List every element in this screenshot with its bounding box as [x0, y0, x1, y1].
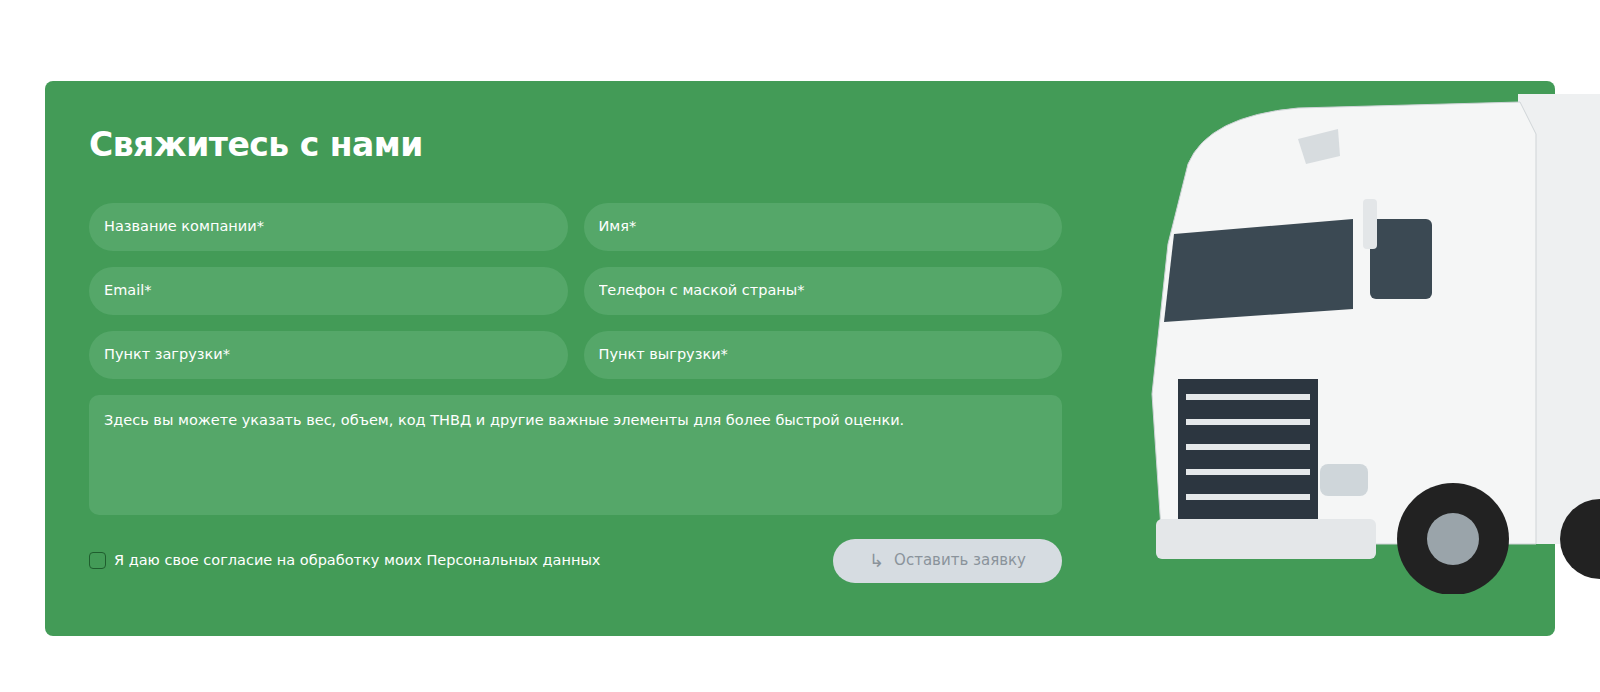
fields-grid	[89, 203, 1062, 379]
form-field[interactable]	[584, 203, 1063, 251]
form-field[interactable]	[89, 331, 568, 379]
form-field[interactable]	[584, 331, 1063, 379]
submit-label: Оставить заявку	[894, 549, 1026, 572]
consent-row[interactable]: Я даю свое согласие на обработку моих Пе…	[89, 550, 600, 572]
contact-form: Свяжитесь с нами Я даю свое согласие на о…	[89, 125, 1062, 583]
arrow-icon: ↳	[869, 552, 884, 570]
form-field[interactable]	[89, 203, 568, 251]
form-title: Свяжитесь с нами	[89, 125, 1062, 165]
consent-label: Я даю свое согласие на обработку моих Пе…	[114, 550, 600, 572]
form-field[interactable]	[89, 267, 568, 315]
form-field[interactable]	[584, 267, 1063, 315]
contact-card: Свяжитесь с нами Я даю свое согласие на о…	[45, 81, 1555, 636]
form-footer: Я даю свое согласие на обработку моих Пе…	[89, 539, 1062, 583]
submit-button[interactable]: ↳ Оставить заявку	[833, 539, 1062, 583]
consent-checkbox[interactable]	[89, 552, 106, 569]
truck-photo	[1148, 94, 1600, 594]
message-field[interactable]	[89, 395, 1062, 515]
